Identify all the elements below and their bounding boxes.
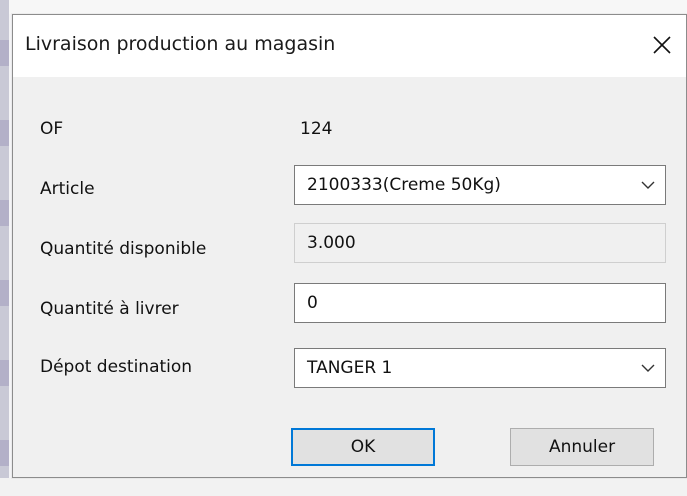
ok-button[interactable]: OK [291,428,435,466]
article-select-value: 2100333(Creme 50Kg) [307,175,501,195]
qty-deliver-value: 0 [307,293,318,313]
qty-available-label: Quantité disponible [40,239,207,259]
article-label: Article [40,179,95,199]
qty-available-field: 3.000 [294,223,666,263]
background-window-edge [0,0,9,496]
depot-select-value: TANGER 1 [307,358,393,378]
qty-deliver-input[interactable]: 0 [294,283,666,323]
cancel-button[interactable]: Annuler [510,428,654,466]
dialog-titlebar: Livraison production au magasin [13,15,686,77]
chevron-down-icon [641,181,655,189]
of-label: OF [40,119,64,139]
delivery-dialog: Livraison production au magasin OF 124 A… [12,14,687,478]
dialog-title: Livraison production au magasin [25,33,336,55]
of-value: 124 [300,119,333,139]
qty-deliver-label: Quantité à livrer [40,299,179,319]
close-icon [653,36,671,54]
depot-select[interactable]: TANGER 1 [294,348,666,388]
screen: Livraison production au magasin OF 124 A… [0,0,687,496]
qty-available-value: 3.000 [307,233,356,253]
background-window-strip-bottom [0,478,687,496]
depot-label: Dépot destination [40,357,193,377]
article-select[interactable]: 2100333(Creme 50Kg) [294,165,666,205]
close-button[interactable] [642,25,682,65]
background-window-strip [0,0,687,14]
chevron-down-icon [641,364,655,372]
